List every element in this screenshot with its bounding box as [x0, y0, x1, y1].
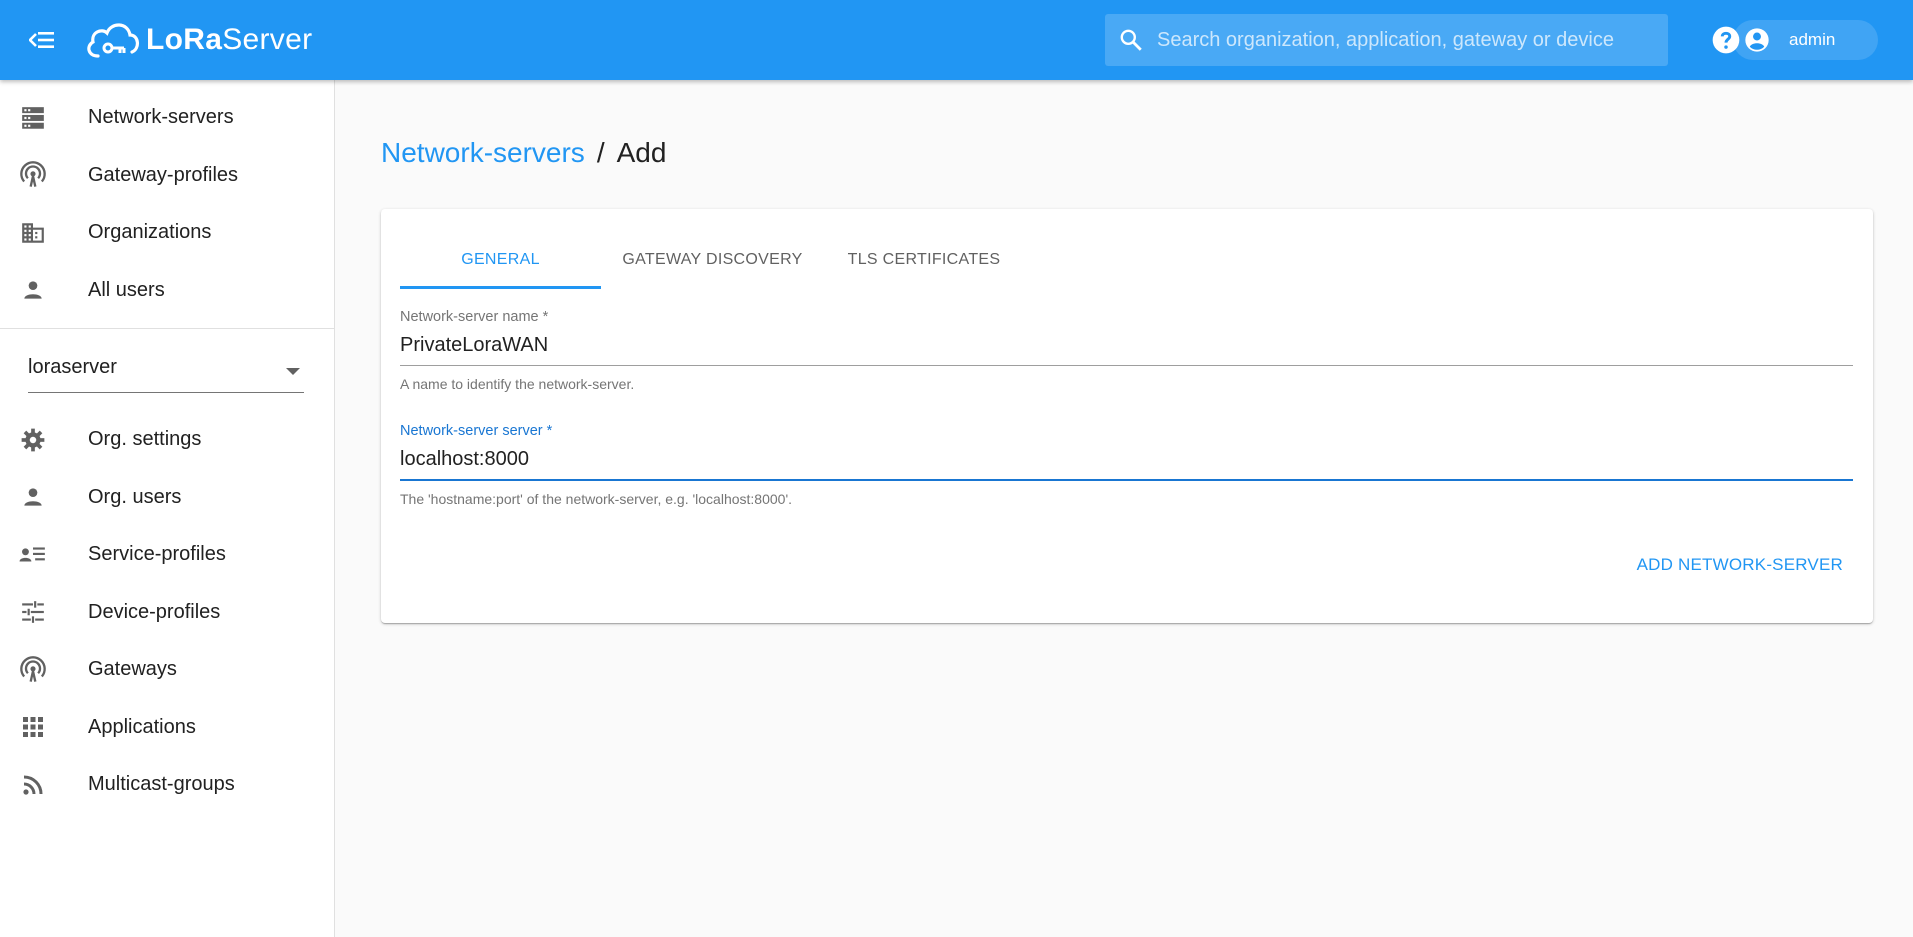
menu-collapse-button[interactable]: [22, 22, 62, 58]
search-box[interactable]: [1105, 14, 1668, 66]
sidebar-item-multicast-groups[interactable]: Multicast-groups: [0, 756, 334, 814]
sidebar-item-label: Org. users: [88, 485, 182, 508]
rss-icon: [23, 775, 43, 795]
network-server-name-label: Network-server name *: [400, 309, 549, 325]
gear-icon: [21, 428, 45, 452]
tab-general[interactable]: GENERAL: [400, 231, 601, 289]
network-server-server-help: The 'hostname:port' of the network-serve…: [400, 491, 793, 507]
network-server-form-card: GENERAL GATEWAY DISCOVERY TLS CERTIFICAT…: [381, 209, 1873, 623]
network-server-server-label: Network-server server *: [400, 423, 553, 439]
network-server-name-input[interactable]: [400, 325, 1853, 365]
sidebar-item-service-profiles[interactable]: Service-profiles: [0, 526, 334, 584]
network-server-name-help: A name to identify the network-server.: [400, 376, 635, 392]
user-menu-button[interactable]: admin: [1733, 20, 1878, 60]
app-header: LoRaServer admin: [0, 0, 1913, 80]
server-icon: [22, 106, 44, 129]
breadcrumb: Network-servers / Add: [381, 137, 666, 169]
brand-logo[interactable]: LoRaServer: [84, 16, 312, 64]
input-underline: [400, 479, 1853, 481]
sidebar-item-label: Applications: [88, 715, 196, 738]
sidebar-item-network-servers[interactable]: Network-servers: [0, 89, 334, 147]
sidebar-item-label: Service-profiles: [88, 543, 226, 566]
tab-tls-certificates[interactable]: TLS CERTIFICATES: [824, 231, 1024, 289]
network-server-name-field: Network-server name * A name to identify…: [400, 309, 1853, 392]
cloud-logo-icon: [87, 23, 139, 58]
search-input[interactable]: [1157, 28, 1647, 52]
sidebar-item-gateways[interactable]: Gateways: [0, 641, 334, 699]
organization-select-value: loraserver: [28, 356, 117, 378]
account-circle-icon: [1745, 28, 1769, 52]
breadcrumb-separator: /: [596, 137, 605, 168]
sidebar-item-label: All users: [88, 278, 165, 301]
sidebar-item-label: Gateways: [88, 658, 177, 681]
sidebar-item-label: Org. settings: [88, 428, 202, 451]
sidebar-item-label: Organizations: [88, 221, 212, 244]
sidebar-divider: [0, 328, 334, 329]
network-server-server-field: Network-server server * The 'hostname:po…: [400, 423, 1853, 507]
search-icon: [1120, 29, 1142, 51]
sidebar-item-label: Network-servers: [88, 106, 234, 129]
user-name: admin: [1789, 30, 1836, 49]
antenna-icon: [20, 655, 46, 682]
sidebar-item-label: Multicast-groups: [88, 773, 235, 796]
sidebar-item-label: Gateway-profiles: [88, 163, 239, 186]
tab-gateway-discovery[interactable]: GATEWAY DISCOVERY: [601, 231, 824, 289]
input-underline: [400, 365, 1853, 366]
sidebar: Network-servers Gateway-profiles Organiz…: [0, 80, 335, 937]
antenna-icon: [20, 161, 46, 188]
organization-select[interactable]: loraserver: [28, 347, 304, 393]
sidebar-item-label: Device-profiles: [88, 600, 221, 623]
page-title: Add: [616, 137, 667, 168]
brand-name: LoRaServer: [146, 23, 313, 56]
sidebar-item-organizations[interactable]: Organizations: [0, 204, 334, 262]
sidebar-item-org-settings[interactable]: Org. settings: [0, 411, 334, 469]
tune-icon: [22, 601, 44, 624]
sidebar-item-org-users[interactable]: Org. users: [0, 469, 334, 527]
breadcrumb-link-network-servers[interactable]: Network-servers: [381, 137, 585, 169]
apps-grid-icon: [23, 717, 43, 738]
add-network-server-button[interactable]: ADD NETWORK-SERVER: [1637, 555, 1843, 575]
chevron-down-icon: [286, 368, 300, 375]
form-tabs: GENERAL GATEWAY DISCOVERY TLS CERTIFICAT…: [400, 231, 1024, 289]
account-details-icon: [19, 547, 45, 562]
building-icon: [22, 223, 44, 243]
sidebar-item-gateway-profiles[interactable]: Gateway-profiles: [0, 147, 334, 205]
person-icon: [24, 281, 42, 299]
network-server-server-input[interactable]: [400, 439, 1853, 479]
menu-open-icon: [29, 32, 54, 48]
sidebar-item-device-profiles[interactable]: Device-profiles: [0, 584, 334, 642]
sidebar-item-applications[interactable]: Applications: [0, 699, 334, 757]
sidebar-item-all-users[interactable]: All users: [0, 262, 334, 320]
person-icon: [24, 488, 42, 506]
